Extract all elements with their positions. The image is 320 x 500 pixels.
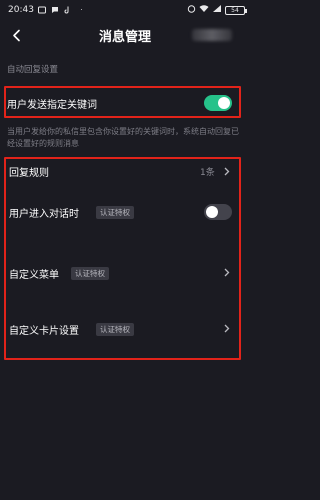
chevron-right-icon [222,266,232,278]
keyword-reply-label: 用户发送指定关键词 [7,100,97,111]
custom-menu-row[interactable]: 自定义菜单 认证特权 [0,262,250,284]
keyword-reply-row[interactable]: 用户发送指定关键词 [0,88,250,118]
status-left: 20:43 · [8,5,86,15]
battery-icon: 54 [225,5,247,15]
blurred-overlay [192,29,232,41]
alarm-icon [187,4,196,16]
signal-icon [212,4,222,16]
chevron-right-icon [222,165,232,177]
more-dots-icon: · [80,6,83,14]
status-bar: 20:43 · 54 [0,0,250,20]
wifi-icon [199,4,209,16]
enter-dialog-row[interactable]: 用户进入对话时 认证特权 [0,200,250,226]
certified-privilege-badge: 认证特权 [71,267,109,280]
status-right: 54 [187,4,247,16]
certified-privilege-badge: 认证特权 [96,206,134,219]
chevron-right-icon [222,322,232,334]
status-time: 20:43 [8,5,34,15]
keyword-description: 当用户发给你的私信里包含你设置好的关键词时，系统自动回复已经设置好的规则消息 [7,127,239,148]
reply-rules-row[interactable]: 回复规则 1条 [0,160,250,182]
toggle-knob [206,206,218,218]
toggle-knob [218,97,230,109]
enter-dialog-label: 用户进入对话时 [9,209,79,220]
enter-dialog-toggle[interactable] [204,204,232,220]
reply-rules-count: 1条 [200,168,215,178]
nav-bar: 消息管理 [0,20,250,50]
reply-rules-label: 回复规则 [9,168,49,179]
custom-card-row[interactable]: 自定义卡片设置 认证特权 [0,318,250,340]
certified-privilege-badge: 认证特权 [96,323,134,336]
tiktok-icon [64,6,73,15]
custom-menu-label: 自定义菜单 [9,270,59,281]
keyword-reply-toggle[interactable] [204,95,232,111]
notification-icon [38,6,47,15]
custom-card-label: 自定义卡片设置 [9,326,79,337]
message-icon [51,6,60,15]
section-header: 自动回复设置 [7,65,59,75]
